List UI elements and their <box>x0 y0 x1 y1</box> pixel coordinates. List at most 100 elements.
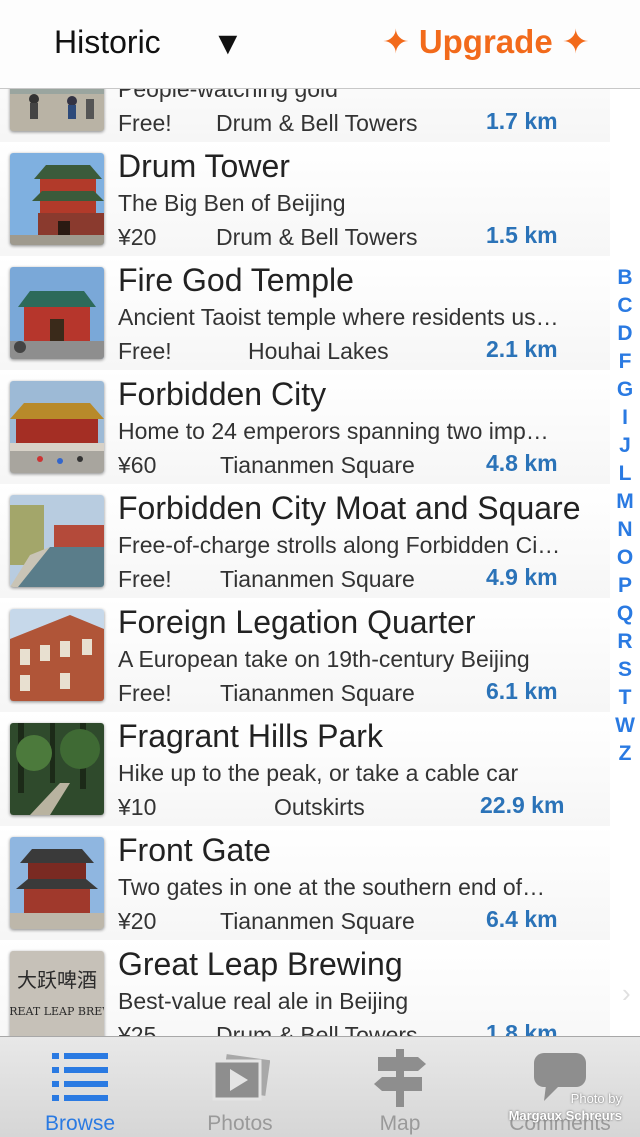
list-item[interactable]: Forbidden City Home to 24 emperors spann… <box>0 370 610 485</box>
list-item[interactable]: Front Gate Two gates in one at the south… <box>0 826 610 941</box>
index-letter[interactable]: F <box>612 348 638 376</box>
item-area: Tiananmen Square <box>220 566 415 592</box>
index-letter[interactable]: Z <box>612 740 638 768</box>
item-name: Great Leap Brewing <box>118 946 403 982</box>
item-distance: 2.1 km <box>486 336 558 362</box>
item-distance: 1.5 km <box>486 222 558 248</box>
item-price: ¥20 <box>118 224 157 250</box>
photo-credit: Photo by Margaux Schreurs <box>482 1090 622 1124</box>
index-letter[interactable]: L <box>612 460 638 488</box>
category-title[interactable]: Historic <box>54 24 161 61</box>
item-price: ¥20 <box>118 908 157 934</box>
index-letter[interactable]: N <box>612 516 638 544</box>
list-item[interactable]: Fragrant Hills Park Hike up to the peak,… <box>0 712 610 827</box>
item-price: Free! <box>118 566 172 592</box>
thumbnail-image <box>10 609 104 701</box>
item-area: Houhai Lakes <box>248 338 389 364</box>
item-description: Free-of-charge strolls along Forbidden C… <box>118 532 561 558</box>
item-description: The Big Ben of Beijing <box>118 190 346 216</box>
brewery-sign-english: GREAT LEAP BREW <box>10 1005 104 1018</box>
item-distance: 6.1 km <box>486 678 558 704</box>
thumbnail-image <box>10 267 104 359</box>
tab-map[interactable]: Map <box>320 1037 480 1137</box>
index-letter[interactable]: W <box>612 712 638 740</box>
item-price: ¥10 <box>118 794 157 820</box>
item-price: Free! <box>118 680 172 706</box>
item-area: Drum & Bell Towers <box>216 110 418 136</box>
item-description: A European take on 19th-century Beijing <box>118 646 530 672</box>
item-price: ¥25 <box>118 1022 157 1036</box>
index-letter[interactable]: G <box>612 376 638 404</box>
item-distance: 1.7 km <box>486 108 558 134</box>
item-distance: 6.4 km <box>486 906 558 932</box>
item-name: Drum Tower <box>118 148 290 184</box>
item-distance: 22.9 km <box>480 792 565 818</box>
index-letter[interactable]: B <box>612 264 638 292</box>
item-area: Tiananmen Square <box>220 908 415 934</box>
item-distance: 1.8 km <box>486 1020 558 1036</box>
index-letter[interactable]: T <box>612 684 638 712</box>
item-description: Two gates in one at the southern end of… <box>118 874 546 900</box>
item-name: Fragrant Hills Park <box>118 718 383 754</box>
alphabet-index[interactable]: B C D F G I J L M N O P Q R S T W Z <box>612 264 638 768</box>
item-price: Free! <box>118 338 172 364</box>
index-letter[interactable]: R <box>612 628 638 656</box>
photos-icon <box>212 1054 270 1101</box>
item-description: Ancient Taoist temple where residents us… <box>118 304 559 330</box>
item-description: People-watching gold <box>118 88 338 102</box>
item-area: Outskirts <box>274 794 365 820</box>
thumbnail-image: 大跃啤酒 GREAT LEAP BREW <box>10 951 104 1036</box>
item-name: Forbidden City Moat and Square <box>118 490 581 526</box>
dropdown-arrow-icon[interactable]: ▼ <box>212 25 244 62</box>
tab-photos[interactable]: Photos <box>160 1037 320 1137</box>
signpost-icon <box>374 1049 426 1107</box>
thumbnail-image <box>10 495 104 587</box>
item-distance: 4.9 km <box>486 564 558 590</box>
thumbnail-image <box>10 153 104 245</box>
brewery-sign-chinese: 大跃啤酒 <box>17 968 97 992</box>
sights-list[interactable]: People-watching gold Free! Drum & Bell T… <box>0 88 610 1036</box>
upgrade-button[interactable]: ✦ Upgrade ✦ <box>382 22 590 61</box>
index-letter[interactable]: P <box>612 572 638 600</box>
index-letter[interactable]: O <box>612 544 638 572</box>
top-bar: Historic ▼ ✦ Upgrade ✦ <box>0 0 640 89</box>
index-letter[interactable]: Q <box>612 600 638 628</box>
item-area: Drum & Bell Towers <box>216 1022 418 1036</box>
list-item[interactable]: Drum Tower The Big Ben of Beijing ¥20 Dr… <box>0 142 610 257</box>
list-item[interactable]: Foreign Legation Quarter A European take… <box>0 598 610 713</box>
thumbnail-image <box>10 837 104 929</box>
list-item[interactable]: People-watching gold Free! Drum & Bell T… <box>0 88 610 143</box>
list-item[interactable]: Fire God Temple Ancient Taoist temple wh… <box>0 256 610 371</box>
thumbnail-image <box>10 723 104 815</box>
tab-browse[interactable]: Browse <box>0 1037 160 1137</box>
tab-label: Map <box>379 1112 421 1135</box>
item-area: Tiananmen Square <box>220 452 415 478</box>
thumbnail-image <box>10 88 104 131</box>
item-area: Drum & Bell Towers <box>216 224 418 250</box>
item-price: ¥60 <box>118 452 157 478</box>
item-name: Forbidden City <box>118 376 327 412</box>
item-name: Front Gate <box>118 832 271 868</box>
index-letter[interactable]: D <box>612 320 638 348</box>
item-name: Foreign Legation Quarter <box>118 604 476 640</box>
chevron-right-icon: › <box>622 978 631 1008</box>
list-item[interactable]: Forbidden City Moat and Square Free-of-c… <box>0 484 610 599</box>
item-area: Tiananmen Square <box>220 680 415 706</box>
index-letter[interactable]: I <box>612 404 638 432</box>
item-distance: 4.8 km <box>486 450 558 476</box>
item-description: Hike up to the peak, or take a cable car <box>118 760 519 786</box>
photo-credit-author: Margaux Schreurs <box>508 1108 622 1123</box>
index-letter[interactable]: J <box>612 432 638 460</box>
item-name: Fire God Temple <box>118 262 354 298</box>
item-description: Best-value real ale in Beijing <box>118 988 409 1014</box>
tab-label: Photos <box>207 1112 273 1135</box>
index-letter[interactable]: C <box>612 292 638 320</box>
item-price: Free! <box>118 110 172 136</box>
photo-credit-line: Photo by <box>570 1091 622 1106</box>
list-item[interactable]: 大跃啤酒 GREAT LEAP BREW Great Leap Brewing … <box>0 940 610 1036</box>
thumbnail-image <box>10 381 104 473</box>
index-letter[interactable]: S <box>612 656 638 684</box>
list-icon <box>52 1053 108 1101</box>
index-letter[interactable]: M <box>612 488 638 516</box>
item-description: Home to 24 emperors spanning two imp… <box>118 418 549 444</box>
